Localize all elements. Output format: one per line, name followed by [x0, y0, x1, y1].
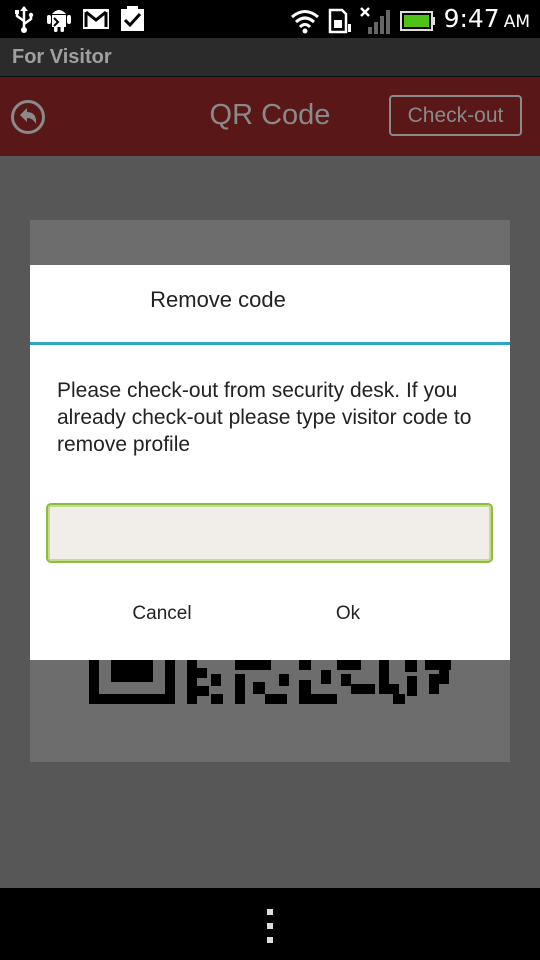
check-out-button[interactable]: Check-out: [389, 95, 522, 136]
no-signal-icon: [359, 6, 392, 35]
overflow-dots-icon: [267, 909, 273, 943]
battery-icon: [399, 10, 436, 32]
app-title-bar: For Visitor: [0, 38, 540, 77]
navigation-bar: [0, 888, 540, 960]
dialog-title: Remove code: [150, 287, 286, 312]
screen: 9:47 AM For Visitor QR Code Check-out Re…: [0, 0, 540, 960]
qr-code-image: [89, 660, 451, 704]
app-title: For Visitor: [12, 46, 112, 68]
clock: 9:47 AM: [444, 4, 530, 37]
status-bar: 9:47 AM: [0, 0, 540, 38]
task-check-icon: [120, 6, 146, 32]
clock-time: 9:47: [443, 4, 500, 33]
header-bar: QR Code Check-out: [0, 77, 540, 156]
menu-icon[interactable]: [265, 909, 275, 943]
gmail-icon: [82, 8, 110, 30]
ok-button[interactable]: Ok: [248, 603, 448, 625]
wifi-icon: [290, 8, 320, 34]
visitor-code-input[interactable]: [46, 503, 493, 563]
android-debug-icon: [46, 5, 72, 33]
remove-code-dialog: Remove code Please check-out from securi…: [30, 265, 510, 660]
dialog-divider: [30, 342, 510, 345]
sd-card-icon: [328, 8, 352, 34]
usb-icon: [12, 5, 36, 33]
clock-ampm: AM: [503, 12, 530, 32]
cancel-button[interactable]: Cancel: [62, 603, 262, 625]
dialog-message: Please check-out from security desk. If …: [57, 379, 472, 456]
